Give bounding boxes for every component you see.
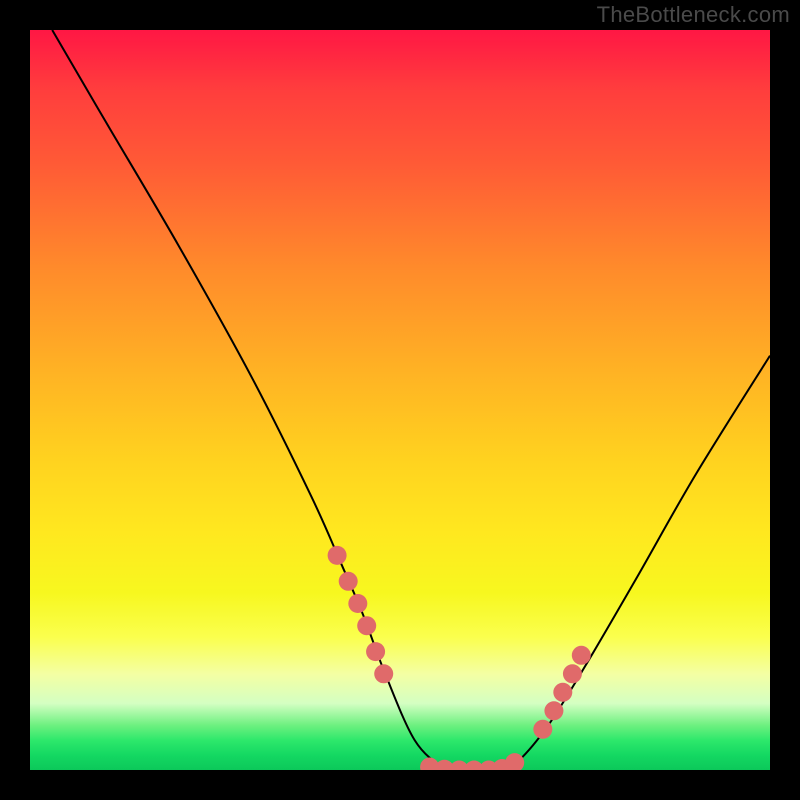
data-dot bbox=[544, 701, 563, 720]
data-dot bbox=[505, 753, 524, 770]
data-dot bbox=[357, 616, 376, 635]
bottleneck-curve bbox=[52, 30, 770, 770]
watermark-text: TheBottleneck.com bbox=[597, 2, 790, 28]
curve-line bbox=[52, 30, 770, 770]
chart-svg bbox=[30, 30, 770, 770]
plot-area bbox=[30, 30, 770, 770]
data-dots bbox=[328, 546, 591, 770]
data-dot bbox=[572, 646, 591, 665]
data-dot bbox=[374, 664, 393, 683]
data-dot bbox=[339, 572, 358, 591]
data-dot bbox=[533, 720, 552, 739]
data-dot bbox=[563, 664, 582, 683]
chart-frame: TheBottleneck.com bbox=[0, 0, 800, 800]
data-dot bbox=[348, 594, 367, 613]
data-dot bbox=[328, 546, 347, 565]
data-dot bbox=[366, 642, 385, 661]
data-dot bbox=[553, 683, 572, 702]
